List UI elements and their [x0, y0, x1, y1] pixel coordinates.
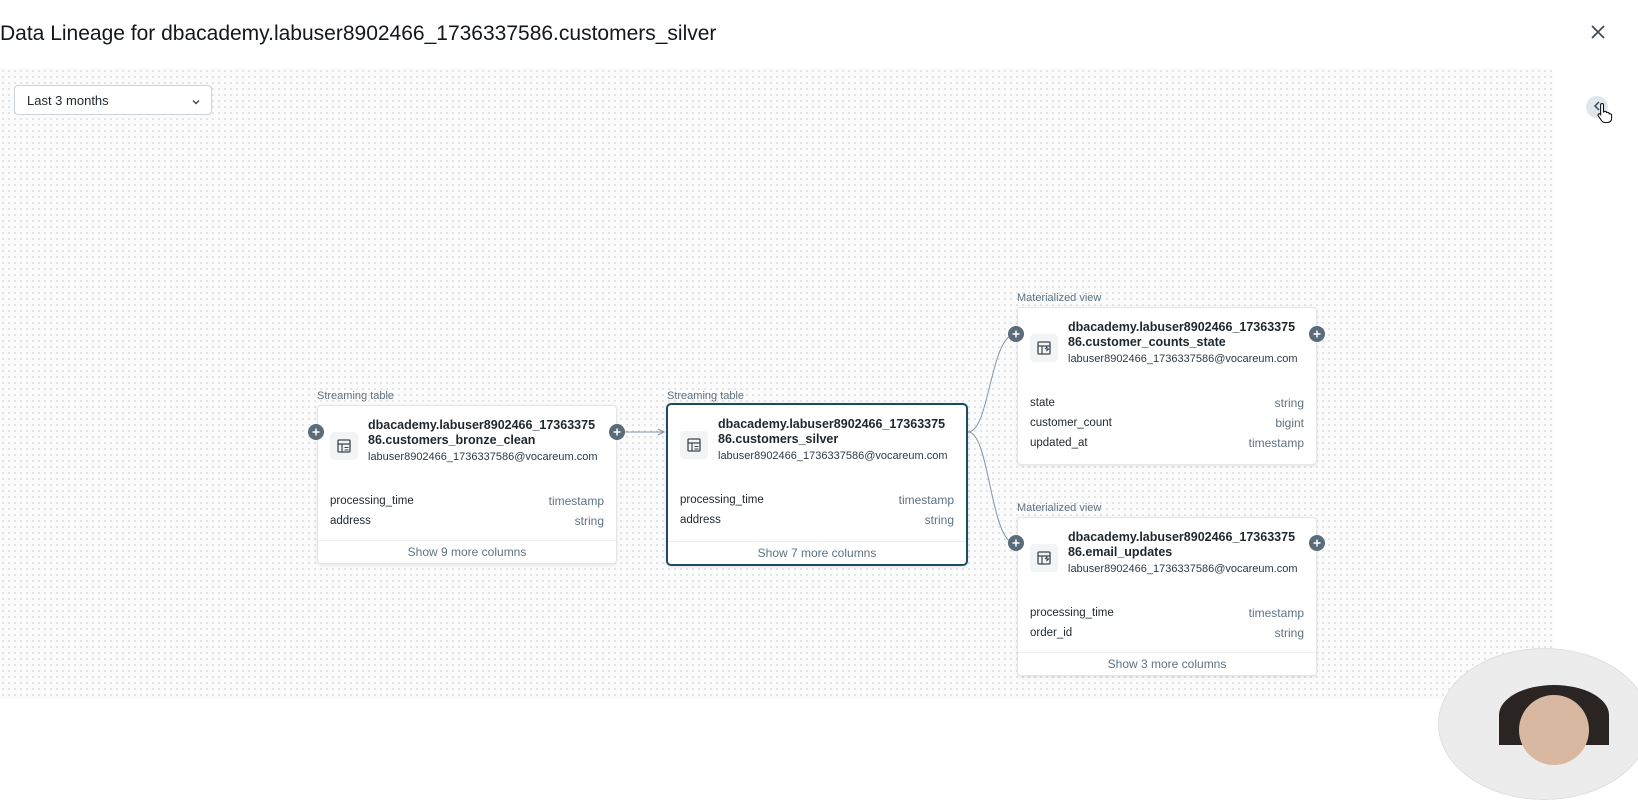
lineage-node-customers-bronze-clean[interactable]: dbacademy.labuser8902466_1736337586.cust… — [317, 405, 617, 564]
column-row: updated_at timestamp — [1030, 434, 1304, 452]
column-name: order_id — [1030, 627, 1073, 639]
column-type: string — [574, 514, 604, 528]
column-type: timestamp — [1248, 436, 1304, 450]
node-name: dbacademy.labuser8902466_1736337586.cust… — [368, 418, 596, 447]
plus-icon[interactable] — [1313, 534, 1321, 552]
column-row: address string — [680, 511, 954, 529]
node-owner: labuser8902466_1736337586@vocareum.com — [1068, 353, 1298, 365]
column-row: processing_time timestamp — [680, 491, 954, 509]
lineage-node-customers-silver[interactable]: dbacademy.labuser8902466_1736337586.cust… — [666, 403, 968, 566]
materialized-view-icon — [1030, 334, 1058, 362]
plus-icon[interactable] — [312, 423, 320, 441]
column-type: bigint — [1275, 416, 1304, 430]
column-name: address — [680, 514, 721, 526]
expand-upstream-button[interactable] — [308, 424, 324, 440]
column-row: address string — [330, 512, 604, 530]
lineage-node-email-updates[interactable]: dbacademy.labuser8902466_1736337586.emai… — [1017, 517, 1317, 676]
column-name: processing_time — [1030, 607, 1114, 619]
column-name: processing_time — [330, 495, 414, 507]
node-type-label: Streaming table — [317, 390, 395, 402]
node-owner: labuser8902466_1736337586@vocareum.com — [1068, 563, 1298, 575]
column-row: state string — [1030, 394, 1304, 412]
column-name: customer_count — [1030, 417, 1112, 429]
column-type: timestamp — [898, 493, 954, 507]
plus-icon[interactable] — [1012, 325, 1020, 343]
column-name: address — [330, 515, 371, 527]
node-type-label: Materialized view — [1017, 502, 1102, 514]
streaming-table-icon — [680, 431, 708, 459]
materialized-view-icon — [1030, 544, 1058, 572]
hand-cursor-icon — [1596, 102, 1614, 129]
column-type: string — [1274, 626, 1304, 640]
column-name: state — [1030, 397, 1055, 409]
edge-silver-to-counts — [967, 333, 1017, 433]
lineage-edges — [624, 333, 1017, 545]
column-type: timestamp — [1248, 606, 1304, 620]
plus-icon[interactable] — [1012, 534, 1020, 552]
plus-icon[interactable] — [1313, 325, 1321, 343]
expand-downstream-button[interactable] — [1309, 326, 1325, 342]
column-row: order_id string — [1030, 624, 1304, 642]
plus-icon[interactable] — [613, 423, 621, 441]
node-name: dbacademy.labuser8902466_1736337586.cust… — [718, 417, 946, 446]
streaming-table-icon — [330, 432, 358, 460]
column-row: processing_time timestamp — [330, 492, 604, 510]
expand-upstream-button[interactable] — [1008, 326, 1024, 342]
node-type-label: Streaming table — [667, 390, 745, 402]
expand-upstream-button[interactable] — [1008, 535, 1024, 551]
node-type-label: Materialized view — [1017, 292, 1102, 304]
expand-downstream-button[interactable] — [1309, 535, 1325, 551]
webcam-overlay — [1438, 648, 1638, 800]
column-type: string — [1274, 396, 1304, 410]
column-type: string — [924, 513, 954, 527]
node-name: dbacademy.labuser8902466_1736337586.cust… — [1068, 320, 1296, 349]
show-more-columns-button[interactable]: Show 7 more columns — [668, 541, 966, 564]
expand-downstream-button[interactable] — [609, 424, 625, 440]
column-type: timestamp — [548, 494, 604, 508]
webcam-face — [1519, 695, 1589, 765]
edge-silver-to-email — [967, 431, 1017, 545]
node-owner: labuser8902466_1736337586@vocareum.com — [368, 451, 598, 463]
node-name: dbacademy.labuser8902466_1736337586.emai… — [1068, 530, 1296, 559]
column-row: customer_count bigint — [1030, 414, 1304, 432]
node-owner: labuser8902466_1736337586@vocareum.com — [718, 450, 948, 462]
column-name: updated_at — [1030, 437, 1088, 449]
show-more-columns-button[interactable]: Show 3 more columns — [1018, 652, 1316, 675]
column-name: processing_time — [680, 494, 764, 506]
lineage-node-customer-counts-state[interactable]: dbacademy.labuser8902466_1736337586.cust… — [1017, 307, 1317, 465]
show-more-columns-button[interactable]: Show 9 more columns — [318, 540, 616, 563]
column-row: processing_time timestamp — [1030, 604, 1304, 622]
